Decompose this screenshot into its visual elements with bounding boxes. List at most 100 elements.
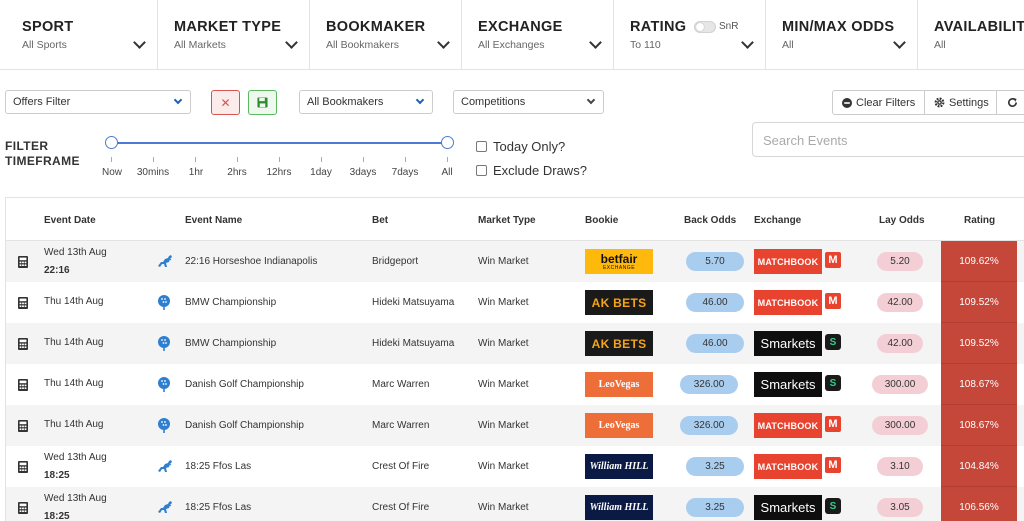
matchbook-badge-icon[interactable]: M xyxy=(825,457,841,473)
matchbook-badge-icon[interactable]: M xyxy=(825,293,841,309)
calculator-icon[interactable] xyxy=(18,256,28,268)
filter-bookmaker[interactable]: BOOKMAKER All Bookmakers xyxy=(310,0,462,70)
filter-sport[interactable]: SPORT All Sports xyxy=(0,0,158,70)
horse-racing-icon xyxy=(156,253,172,269)
checkbox-box[interactable] xyxy=(476,165,487,176)
table-row[interactable]: Thu 14th Aug BMW Championship Hideki Matsu… xyxy=(6,282,1024,323)
event-name[interactable]: 22:16 Horseshoe Indianapolis xyxy=(185,256,317,267)
exchange-logo-smarkets[interactable]: Smarkets xyxy=(754,372,822,397)
exchange-logo-smarkets[interactable]: Smarkets xyxy=(754,495,822,520)
filter-title: BOOKMAKER xyxy=(326,19,426,35)
header-back-odds[interactable]: Back Odds xyxy=(684,215,736,226)
table-row[interactable]: Thu 14th Aug Danish Golf Championship Marc… xyxy=(6,405,1024,446)
event-date: Thu 14th Aug xyxy=(44,296,104,307)
event-name[interactable]: Danish Golf Championship xyxy=(185,420,304,431)
header-rating[interactable]: Rating xyxy=(964,215,995,226)
smarkets-badge-icon[interactable]: S xyxy=(825,375,841,391)
bet-selection: Marc Warren xyxy=(372,420,430,431)
timeframe-slider-end-handle[interactable] xyxy=(441,136,454,149)
filter-availability[interactable]: AVAILABILITY All xyxy=(918,0,1024,70)
smarkets-badge-icon[interactable]: S xyxy=(825,334,841,350)
lay-odds-pill[interactable]: 42.00 xyxy=(877,334,923,353)
bookie-logo-leovegas[interactable]: LeoVegas xyxy=(585,413,653,438)
calculator-icon[interactable] xyxy=(18,502,28,514)
lay-odds-pill[interactable]: 3.05 xyxy=(877,498,923,517)
header-bet[interactable]: Bet xyxy=(372,215,388,226)
filter-exchange[interactable]: EXCHANGE All Exchanges xyxy=(462,0,614,70)
header-event-name[interactable]: Event Name xyxy=(185,215,242,226)
event-date: Thu 14th Aug xyxy=(44,337,104,348)
event-name[interactable]: BMW Championship xyxy=(185,297,276,308)
horse-racing-icon xyxy=(156,499,172,515)
filter-rating[interactable]: RATING To 110 SnR xyxy=(614,0,766,70)
bookie-logo-betfair[interactable]: betfair EXCHANGE xyxy=(585,249,653,274)
table-row[interactable]: Wed 13th Aug 18:25 18:25 Ffos Las Crest Of … xyxy=(6,487,1024,521)
snr-toggle[interactable] xyxy=(694,21,716,33)
exchange-logo-matchbook[interactable]: MATCHBOOK xyxy=(754,413,822,438)
exclude-draws-checkbox[interactable]: Exclude Draws? xyxy=(476,163,587,178)
competitions-select[interactable]: Competitions xyxy=(453,90,604,114)
refresh-button[interactable] xyxy=(996,90,1024,115)
smarkets-logo-text: Smarkets xyxy=(760,336,816,351)
calculator-icon[interactable] xyxy=(18,297,28,309)
table-row[interactable]: Wed 13th Aug 18:25 18:25 Ffos Las Crest Of … xyxy=(6,446,1024,487)
lay-odds-pill[interactable]: 300.00 xyxy=(872,416,928,435)
rating-value: 109.62% xyxy=(959,255,999,267)
back-odds-pill[interactable]: 46.00 xyxy=(686,293,744,312)
back-odds-pill[interactable]: 46.00 xyxy=(686,334,744,353)
search-events-input[interactable]: Search Events xyxy=(752,122,1024,157)
filter-market-type[interactable]: MARKET TYPE All Markets xyxy=(158,0,310,70)
timeframe-slider-start-handle[interactable] xyxy=(105,136,118,149)
clear-filters-button[interactable]: Clear Filters xyxy=(832,90,925,115)
today-only-checkbox[interactable]: Today Only? xyxy=(476,139,565,154)
filter-min-max-odds[interactable]: MIN/MAX ODDS All xyxy=(766,0,918,70)
timeframe-slider-track[interactable] xyxy=(111,142,447,144)
exchange-logo-smarkets[interactable]: Smarkets xyxy=(754,331,822,356)
back-odds-pill[interactable]: 3.25 xyxy=(686,498,744,517)
lay-odds-pill[interactable]: 300.00 xyxy=(872,375,928,394)
settings-button[interactable]: Settings xyxy=(924,90,997,115)
exchange-logo-matchbook[interactable]: MATCHBOOK xyxy=(754,454,822,479)
table-row[interactable]: Thu 14th Aug Danish Golf Championship Marc… xyxy=(6,364,1024,405)
header-event-date[interactable]: Event Date xyxy=(44,215,96,226)
event-name[interactable]: BMW Championship xyxy=(185,338,276,349)
matchbook-badge-icon[interactable]: M xyxy=(825,252,841,268)
back-odds-pill[interactable]: 3.25 xyxy=(686,457,744,476)
calculator-icon[interactable] xyxy=(18,420,28,432)
back-odds-pill[interactable]: 326.00 xyxy=(680,416,738,435)
save-offer-button[interactable] xyxy=(248,90,277,115)
calculator-icon[interactable] xyxy=(18,379,28,391)
back-odds-pill[interactable]: 326.00 xyxy=(680,375,738,394)
bookie-logo-williamhill[interactable]: William HILL xyxy=(585,495,653,520)
bookie-logo-akbets[interactable]: AK BETS xyxy=(585,290,653,315)
exchange-logo-matchbook[interactable]: MATCHBOOK xyxy=(754,249,822,274)
header-bookie[interactable]: Bookie xyxy=(585,215,618,226)
rating-value: 106.56% xyxy=(959,501,999,513)
event-name[interactable]: 18:25 Ffos Las xyxy=(185,461,251,472)
table-row[interactable]: Wed 13th Aug 22:16 22:16 Horseshoe Indiana… xyxy=(6,241,1024,282)
calculator-icon[interactable] xyxy=(18,461,28,473)
bookie-logo-leovegas[interactable]: LeoVegas xyxy=(585,372,653,397)
table-row[interactable]: Thu 14th Aug BMW Championship Hideki Matsu… xyxy=(6,323,1024,364)
lay-odds-pill[interactable]: 5.20 xyxy=(877,252,923,271)
lay-odds-pill[interactable]: 3.10 xyxy=(877,457,923,476)
event-name[interactable]: 18:25 Ffos Las xyxy=(185,502,251,513)
offers-filter-select[interactable]: Offers Filter xyxy=(5,90,191,114)
bookmakers-select[interactable]: All Bookmakers xyxy=(299,90,433,114)
smarkets-badge-icon[interactable]: S xyxy=(825,498,841,514)
event-name[interactable]: Danish Golf Championship xyxy=(185,379,304,390)
bookie-logo-akbets[interactable]: AK BETS xyxy=(585,331,653,356)
back-odds-pill[interactable]: 5.70 xyxy=(686,252,744,271)
header-lay-odds[interactable]: Lay Odds xyxy=(879,215,925,226)
header-market-type[interactable]: Market Type xyxy=(478,215,536,226)
checkbox-box[interactable] xyxy=(476,141,487,152)
rating-cell: 108.67% xyxy=(941,364,1017,405)
matchbook-badge-icon[interactable]: M xyxy=(825,416,841,432)
exchange-logo-matchbook[interactable]: MATCHBOOK xyxy=(754,290,822,315)
calculator-icon[interactable] xyxy=(18,338,28,350)
bookie-logo-williamhill[interactable]: William HILL xyxy=(585,454,653,479)
lay-odds-pill[interactable]: 42.00 xyxy=(877,293,923,312)
clear-offer-button[interactable]: ✕ xyxy=(211,90,240,115)
header-exchange[interactable]: Exchange xyxy=(754,215,801,226)
filter-bar: SPORT All Sports MARKET TYPE All Markets… xyxy=(0,0,1024,70)
